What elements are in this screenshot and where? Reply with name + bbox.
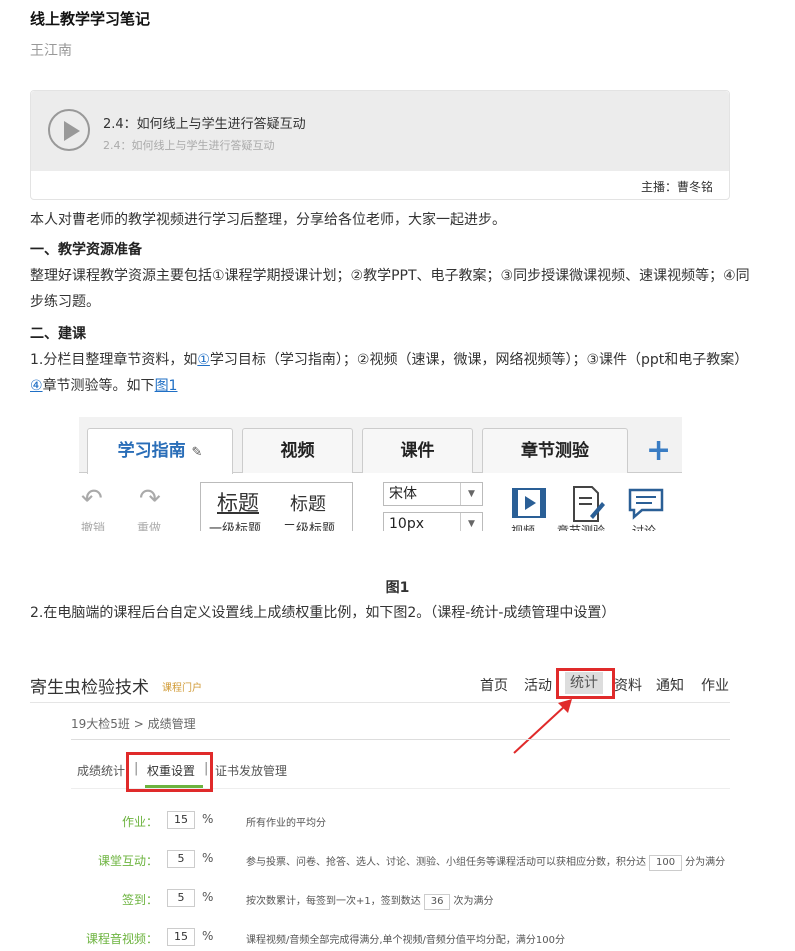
add-tab-icon[interactable]: +	[646, 433, 671, 468]
nav-homework[interactable]: 作业	[701, 675, 729, 695]
audio-player: 2.4：如何线上与学生进行答疑互动 2.4：如何线上与学生进行答疑互动 主播：曹…	[30, 90, 730, 200]
weight-desc-checkin: 按次数累计，每签到一次+1，签到数达 36 次为满分	[246, 892, 493, 910]
intro-paragraph: 本人对曹老师的教学视频进行学习后整理，分享给各位老师，大家一起进步。	[30, 212, 506, 228]
paragraph-resources: 整理好课程教学资源主要包括①课程学期授课计划；②教学PPT、电子教案；③同步授课…	[30, 268, 750, 310]
link-figure-1[interactable]: 图1	[155, 378, 178, 394]
percent-sign: %	[202, 851, 214, 865]
interaction-points-input[interactable]: 100	[649, 855, 683, 871]
style-title-medium[interactable]: 标题	[290, 490, 326, 516]
link-item-4[interactable]: ④	[30, 378, 43, 394]
quiz-icon[interactable]	[566, 484, 606, 524]
p2-text-c: 章节测验等。如下	[42, 378, 155, 394]
checkin-count-input[interactable]: 36	[423, 894, 451, 910]
chevron-down-icon: ▼	[460, 513, 482, 531]
style-heading-level-2[interactable]: 二级标题	[283, 518, 335, 531]
figure-1-caption: 图1	[385, 580, 410, 596]
tab-video[interactable]: 视频	[242, 428, 353, 473]
tab-slides[interactable]: 课件	[362, 428, 473, 473]
nav-home[interactable]: 首页	[480, 675, 508, 695]
insert-discussion-label: 讨论	[632, 524, 657, 531]
play-button[interactable]	[48, 109, 90, 151]
weight-input-media[interactable]: 15	[167, 928, 195, 946]
weight-desc-homework: 所有作业的平均分	[246, 818, 326, 829]
percent-sign: %	[202, 929, 214, 943]
highlight-statistics-box	[556, 668, 615, 699]
p2-text-b: 学习目标（学习指南）；②视频（速课，微课，网络视频等）；③课件（ppt和电子教案…	[209, 352, 749, 368]
audio-player-body: 2.4：如何线上与学生进行答疑互动 2.4：如何线上与学生进行答疑互动	[31, 91, 729, 171]
insert-quiz-label: 章节测验	[557, 524, 606, 531]
font-family-value: 宋体	[389, 486, 417, 502]
insert-video-label: 视频	[511, 524, 536, 531]
paragraph-build-course: 1.分栏目整理章节资料，如①学习目标（学习指南）；②视频（速课，微课，网络视频等…	[30, 347, 750, 399]
nav-materials[interactable]: 资料	[614, 675, 642, 695]
audio-subtitle: 2.4：如何线上与学生进行答疑互动	[103, 139, 275, 152]
course-name: 寄生虫检验技术	[30, 678, 149, 698]
font-family-select[interactable]: 宋体 ▼	[383, 482, 483, 506]
section-heading-2: 二、建课	[30, 326, 86, 342]
course-header: 寄生虫检验技术 课程门户 首页 活动 统计 资料 通知 作业	[30, 667, 730, 703]
breadcrumb: 19大检5班 > 成绩管理	[71, 717, 196, 731]
audio-title: 2.4：如何线上与学生进行答疑互动	[103, 117, 306, 132]
weight-input-homework[interactable]: 15	[167, 811, 195, 829]
font-size-select[interactable]: 10px ▼	[383, 512, 483, 531]
tab-chapter-quiz[interactable]: 章节测验	[482, 428, 628, 473]
redo-icon[interactable]: ↷	[139, 484, 161, 514]
editor-toolbar: ↶ 撤销 ↷ 重做 标题 标题 一级标题 二级标题 宋体 ▼ 10px ▼ 视频 章…	[79, 474, 682, 531]
tab-certificate-management[interactable]: 证书发放管理	[215, 762, 287, 779]
checkin-desc-suffix: 次为满分	[453, 896, 494, 907]
weight-label-checkin: 签到：	[121, 893, 158, 907]
weight-label-interaction: 课堂互动：	[97, 854, 158, 868]
tab-study-guide[interactable]: 学习指南 ✎	[87, 428, 233, 474]
nav-activity[interactable]: 活动	[524, 675, 552, 695]
heading-styles-box: 标题 标题 一级标题 二级标题	[200, 482, 353, 531]
figure-2-grade-settings: 寄生虫检验技术 课程门户 首页 活动 统计 资料 通知 作业 19大检5班 > …	[30, 667, 730, 951]
chevron-down-icon: ▼	[460, 483, 482, 505]
weight-input-checkin[interactable]: 5	[167, 889, 195, 907]
audio-host: 主播：曹冬铭	[640, 180, 713, 194]
checkin-desc-text: 按次数累计，每签到一次+1，签到数达	[246, 896, 421, 907]
discussion-icon[interactable]	[626, 484, 666, 524]
play-icon	[64, 121, 80, 141]
percent-sign: %	[202, 812, 214, 826]
editor-tab-bar: 学习指南 ✎ 视频 课件 章节测验 +	[79, 417, 682, 474]
article-author: 王江南	[30, 43, 72, 59]
link-item-1[interactable]: ①	[197, 352, 210, 368]
article-title: 线上教学学习笔记	[30, 10, 151, 28]
section-heading-1: 一、教学资源准备	[30, 242, 142, 258]
tab-study-guide-label: 学习指南	[117, 441, 186, 461]
style-heading-level-1[interactable]: 一级标题	[209, 518, 261, 531]
tab-grade-stats[interactable]: 成绩统计	[77, 762, 125, 779]
highlight-weight-tab-box	[126, 752, 213, 792]
breadcrumb-divider	[71, 739, 730, 740]
undo-label: 撤销	[81, 521, 106, 531]
p2-text-a: 1.分栏目整理章节资料，如	[30, 352, 198, 368]
weight-label-media: 课程音视频：	[85, 932, 158, 946]
style-title-big[interactable]: 标题	[217, 487, 259, 517]
nav-notice[interactable]: 通知	[656, 675, 684, 695]
arrow-icon	[513, 699, 572, 754]
weight-label-homework: 作业：	[121, 815, 158, 829]
font-size-value: 10px	[389, 516, 424, 531]
weight-desc-interaction: 参与投票、问卷、抢答、选人、讨论、测验、小组任务等课程活动可以获相应分数，积分达…	[246, 853, 725, 871]
video-icon[interactable]	[509, 484, 549, 524]
paragraph-grade-weights: 2.在电脑端的课程后台自定义设置线上成绩权重比例，如下图2。（课程-统计-成绩管…	[30, 605, 616, 621]
redo-label: 重做	[137, 521, 162, 531]
weight-input-interaction[interactable]: 5	[167, 850, 195, 868]
course-portal-link[interactable]: 课程门户	[162, 679, 202, 694]
weight-desc-media: 课程视频/音频全部完成得满分,单个视频/音频分值平均分配，满分100分	[246, 935, 566, 946]
interaction-desc-suffix: 分为满分	[685, 857, 726, 868]
interaction-desc-text: 参与投票、问卷、抢答、选人、讨论、测验、小组任务等课程活动可以获相应分数，积分达	[246, 857, 646, 868]
pencil-icon: ✎	[191, 445, 203, 460]
figure-1-editor: 学习指南 ✎ 视频 课件 章节测验 + ↶ 撤销 ↷ 重做 标题 标题 一级标题…	[79, 417, 682, 531]
percent-sign: %	[202, 890, 214, 904]
undo-icon[interactable]: ↶	[81, 484, 103, 514]
